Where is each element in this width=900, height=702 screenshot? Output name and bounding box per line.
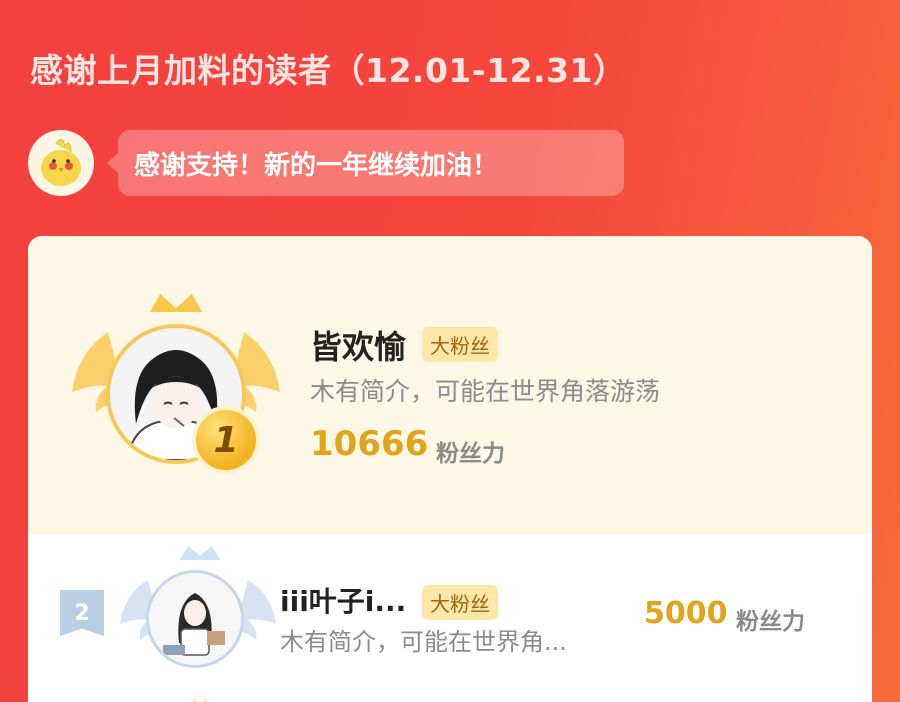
chick-mascot-icon [28,130,94,196]
next-rank-crown-icon [192,698,208,702]
rank-1-score-unit: 粉丝力 [436,441,505,467]
rank-1-score: 10666 [310,424,429,464]
greeting-message: 感谢支持！新的一年继续加油！ [134,151,499,181]
rank-2-fan-badge: 大粉丝 [422,585,498,620]
gold-rank-medal-icon: 1 [192,406,260,474]
rank-2-score-unit: 粉丝力 [736,609,805,635]
page-title: 感谢上月加料的读者（12.01-12.31） [30,51,627,90]
rank-1-bio: 木有简介，可能在世界角落游荡 [310,377,661,406]
greeting-bubble: 感谢支持！新的一年继续加油！ [107,130,624,196]
rank-1-card[interactable]: 1 皆欢愉 大粉丝 木有简介，可能在世界角落游荡 10666 粉丝力 [28,236,872,534]
silver-rank-ribbon-icon: 2 [60,590,104,636]
reader-ranking-panel: 1 皆欢愉 大粉丝 木有简介，可能在世界角落游荡 10666 粉丝力 2 iii… [28,236,872,702]
rank-2-username[interactable]: iii叶子i... [280,580,406,620]
rank-1-fan-badge: 大粉丝 [422,327,498,362]
rank-2-avatar[interactable] [146,570,244,668]
rank-1-username[interactable]: 皆欢愉 [310,322,406,368]
rank-2-bio: 木有简介，可能在世界角... [280,628,567,656]
rank-2-score: 5000 [644,596,728,631]
